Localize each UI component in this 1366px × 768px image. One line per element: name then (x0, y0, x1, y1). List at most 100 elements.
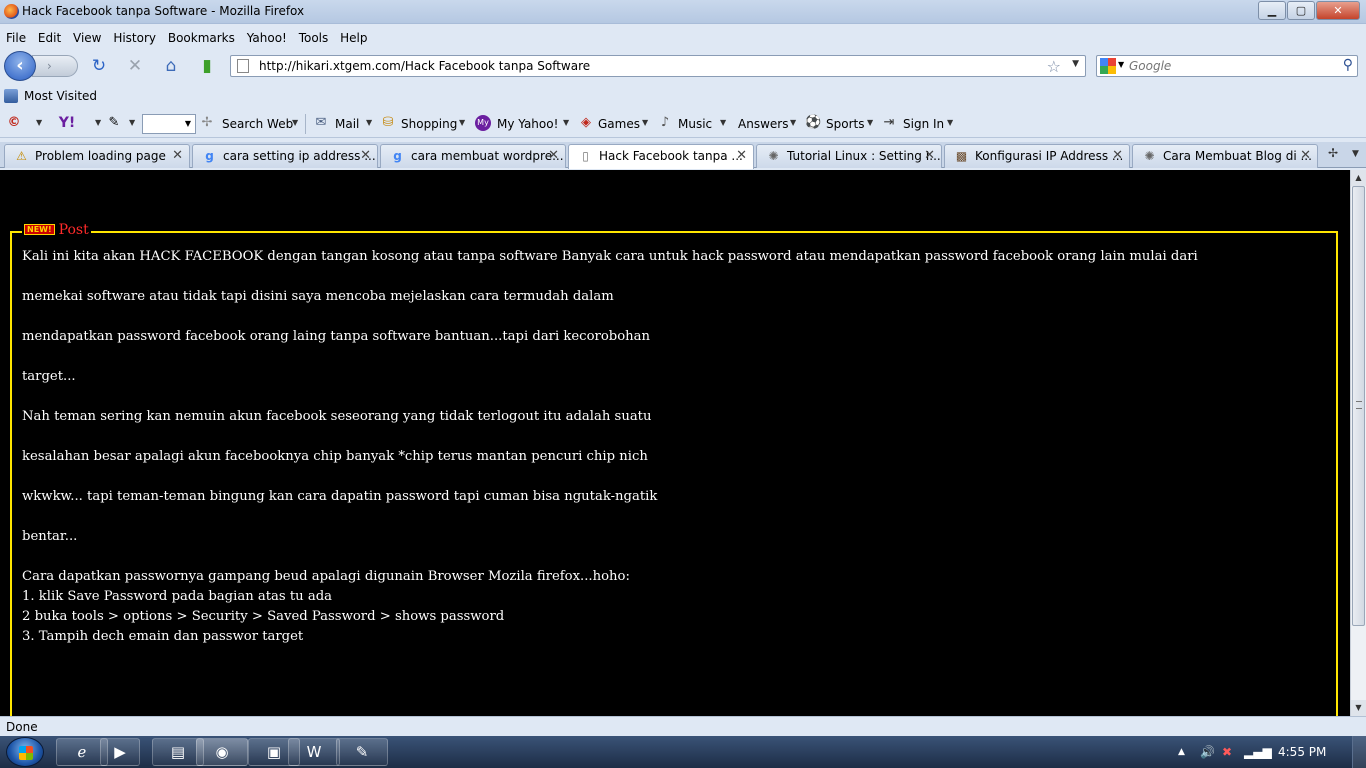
my-yahoo-icon[interactable]: My (475, 115, 491, 131)
my-yahoo-button[interactable]: My Yahoo! (497, 117, 558, 131)
games-button[interactable]: Games (598, 117, 640, 131)
network-error-icon[interactable]: ✖ (1222, 745, 1232, 759)
close-icon[interactable]: ✕ (924, 145, 935, 167)
forward-button[interactable]: › (32, 55, 78, 77)
google-icon[interactable] (1100, 58, 1116, 74)
menu-bookmarks[interactable]: Bookmarks (168, 28, 235, 48)
chevron-down-icon[interactable]: ▼ (129, 118, 135, 127)
search-icon[interactable]: ⚲ (1343, 57, 1353, 73)
home-icon[interactable]: ⌂ (161, 56, 181, 76)
menu-tools[interactable]: Tools (299, 28, 329, 48)
volume-icon[interactable]: 🔊 (1200, 745, 1215, 759)
mail-icon[interactable]: ✉ (313, 115, 329, 131)
search-box[interactable]: ▼ ⚲ (1096, 55, 1358, 77)
pencil-icon[interactable]: ✎ (106, 115, 122, 131)
close-icon[interactable]: ✕ (1300, 145, 1311, 167)
chevron-down-icon[interactable]: ▼ (292, 118, 298, 127)
sign-in-button[interactable]: Sign In (903, 117, 944, 131)
clock[interactable]: 4:55 PM (1278, 745, 1326, 759)
url-input[interactable] (259, 58, 1039, 74)
loading-icon: ✺ (768, 149, 779, 163)
back-button[interactable]: ‹ (4, 51, 36, 81)
start-button[interactable] (6, 737, 44, 767)
chevron-down-icon[interactable]: ▼ (642, 118, 648, 127)
tab-cara-setting-ip[interactable]: g cara setting ip address ... ✕ (192, 144, 378, 168)
media-player-icon[interactable]: ▶ (100, 738, 140, 766)
chevron-down-icon[interactable]: ▼ (36, 118, 42, 127)
yahoo-spin-icon[interactable]: © (6, 115, 22, 131)
tab-label: Konfigurasi IP Address ... (975, 149, 1124, 163)
bookmark-star-icon[interactable]: ☆ (1047, 57, 1061, 76)
menu-help[interactable]: Help (340, 28, 367, 48)
shopping-bag-icon[interactable]: ⛁ (380, 115, 396, 131)
mail-button[interactable]: Mail (335, 117, 359, 131)
chevron-down-icon[interactable]: ▼ (947, 118, 953, 127)
menu-file[interactable]: File (6, 28, 26, 48)
tab-cara-membuat-blog[interactable]: ✺ Cara Membuat Blog di ... ✕ (1132, 144, 1318, 168)
answers-button[interactable]: Answers (738, 117, 788, 131)
tab-list-chevron-icon[interactable]: ▼ (1352, 149, 1359, 159)
chevron-down-icon[interactable]: ▼ (95, 118, 101, 127)
search-input[interactable] (1129, 58, 1329, 74)
menu-view[interactable]: View (73, 28, 101, 48)
firefox-taskbar-icon[interactable]: ◉ (196, 738, 248, 766)
new-tab-icon[interactable]: ✢ (1328, 146, 1338, 160)
chevron-down-icon[interactable]: ▼ (790, 118, 796, 127)
sports-icon[interactable]: ⚽ (805, 115, 821, 131)
status-bar: Done (0, 716, 1366, 736)
search-web-button[interactable]: Search Web (222, 117, 293, 131)
chevron-down-icon[interactable]: ▼ (459, 118, 465, 127)
yahoo-search-field[interactable]: ▼ (142, 114, 196, 134)
menu-edit[interactable]: Edit (38, 28, 61, 48)
chevron-down-icon[interactable]: ▼ (720, 118, 726, 127)
chevron-down-icon[interactable]: ▼ (867, 118, 873, 127)
paint-icon[interactable]: ✎ (336, 738, 388, 766)
menu-yahoo[interactable]: Yahoo! (247, 28, 287, 48)
chevron-down-icon[interactable]: ▼ (563, 118, 569, 127)
shopping-button[interactable]: Shopping (401, 117, 457, 131)
sign-in-icon[interactable]: ⇥ (881, 115, 897, 131)
music-button[interactable]: Music (678, 117, 712, 131)
chevron-down-icon[interactable]: ▼ (366, 118, 372, 127)
music-icon[interactable]: ♪ (657, 115, 673, 131)
close-icon[interactable]: ✕ (548, 145, 559, 167)
close-button[interactable]: ✕ (1316, 1, 1360, 20)
show-hidden-icons-icon[interactable]: ▲ (1178, 747, 1185, 757)
most-visited-icon (4, 89, 18, 103)
close-icon[interactable]: ✕ (360, 145, 371, 167)
close-icon[interactable]: ✕ (736, 145, 747, 167)
games-icon[interactable]: ◈ (578, 115, 594, 131)
most-visited-bookmark[interactable]: Most Visited (24, 89, 97, 103)
maximize-button[interactable]: ▢ (1287, 1, 1315, 20)
minimize-button[interactable]: ▁ (1258, 1, 1286, 20)
google-icon: g (205, 149, 214, 163)
tab-tutorial-linux[interactable]: ✺ Tutorial Linux : Setting I... ✕ (756, 144, 942, 168)
url-bar[interactable]: ☆ ▼ (230, 55, 1086, 77)
word-icon[interactable]: W (288, 738, 340, 766)
signal-bars-icon[interactable]: ▂▄▆ (1244, 745, 1272, 759)
close-icon[interactable]: ✕ (1112, 145, 1123, 167)
chevron-down-icon[interactable]: ▼ (1118, 60, 1124, 69)
new-badge: NEW! (24, 224, 55, 235)
yahoo-logo-icon[interactable]: Y! (52, 115, 82, 131)
scroll-up-icon[interactable]: ▲ (1351, 170, 1366, 186)
tab-cara-membuat-wordpress[interactable]: g cara membuat wordpre... ✕ (380, 144, 566, 168)
scrollbar-thumb[interactable] (1352, 186, 1365, 626)
post-heading: NEW! Post (22, 222, 91, 238)
chevron-down-icon[interactable]: ▼ (1072, 59, 1079, 69)
reload-icon[interactable]: ↻ (89, 56, 109, 76)
tab-problem-loading[interactable]: ⚠ Problem loading page ✕ (4, 144, 190, 168)
vertical-scrollbar[interactable]: ▲ ▼ (1350, 170, 1366, 716)
menu-history[interactable]: History (113, 28, 156, 48)
tab-konfigurasi-ip[interactable]: ▩ Konfigurasi IP Address ... ✕ (944, 144, 1130, 168)
close-icon[interactable]: ✕ (172, 145, 183, 167)
chevron-down-icon[interactable]: ▼ (185, 119, 191, 128)
plus-icon: ✢ (201, 115, 213, 130)
show-desktop-button[interactable] (1352, 736, 1366, 768)
taskbar: ℯ ▶ ▤ ◉ ▣ W ✎ ▲ 🔊 ✖ ▂▄▆ 4:55 PM (0, 736, 1366, 768)
sports-button[interactable]: Sports (826, 117, 864, 131)
scroll-down-icon[interactable]: ▼ (1351, 700, 1366, 716)
tab-hack-facebook[interactable]: ▯ Hack Facebook tanpa ... ✕ (568, 144, 754, 169)
stop-icon[interactable]: ✕ (125, 56, 145, 76)
tab-strip: ⚠ Problem loading page ✕ g cara setting … (0, 142, 1366, 169)
